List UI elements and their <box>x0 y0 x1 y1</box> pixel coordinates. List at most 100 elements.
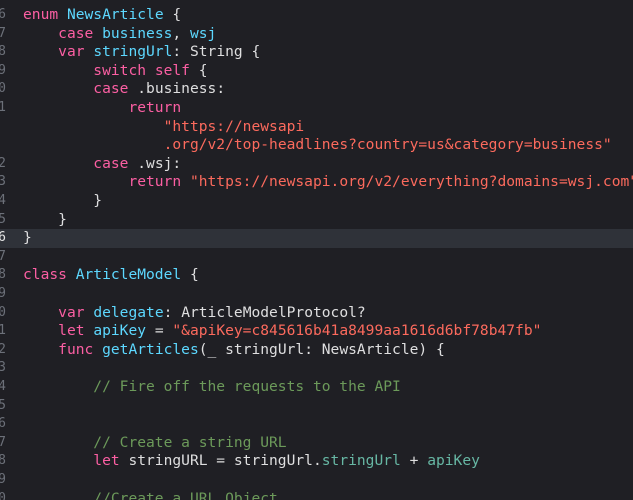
code-token: delegate <box>93 303 164 321</box>
line-number: 5 <box>0 211 6 227</box>
line-number: 6 <box>0 7 6 22</box>
code-line[interactable]: 3 return "https://newsapi.org/v2/everyth… <box>0 173 633 192</box>
code-line[interactable]: 0 var delegate: ArticleModelProtocol? <box>0 304 633 323</box>
line-number: 3 <box>0 360 6 376</box>
code-text: // Create a string URL <box>23 433 287 453</box>
line-number: 9 <box>0 62 6 78</box>
code-token: ArticleModelProtocol? <box>181 303 366 321</box>
line-number: 0 <box>0 490 6 500</box>
line-number: 0 <box>0 304 6 320</box>
code-line[interactable]: 2 case .wsj: <box>0 155 633 174</box>
code-line[interactable]: 8 class ArticleModel { <box>0 266 633 285</box>
code-token: (_ stringUrl: NewsArticle) { <box>198 340 445 358</box>
code-line-current[interactable]: 6} <box>0 229 633 248</box>
code-line[interactable]: 7 // Create a string URL <box>0 434 633 453</box>
code-token: } <box>23 192 103 209</box>
line-number: 4 <box>0 193 6 208</box>
line-number: 4 <box>0 379 6 394</box>
code-text: } <box>23 211 67 230</box>
code-line[interactable]: 6 enum NewsArticle { <box>0 6 633 25</box>
code-line[interactable]: 8 let stringURL = stringUrl.stringUrl + … <box>0 452 633 471</box>
code-line[interactable]: 6 <box>0 415 633 434</box>
code-token: apiKey <box>427 452 480 470</box>
code-token: return <box>128 99 182 116</box>
code-token: : <box>216 80 226 98</box>
code-token: return <box>128 173 182 191</box>
code-token: = <box>146 322 173 340</box>
code-line[interactable]: 9 <box>0 471 633 490</box>
code-line[interactable]: 4 } <box>0 192 633 211</box>
code-token: getArticles <box>102 340 199 358</box>
code-token: let <box>58 322 85 340</box>
code-line[interactable]: 3 <box>0 359 633 378</box>
code-token: self <box>154 61 190 79</box>
code-token: apiKey <box>93 322 147 340</box>
code-token: enum <box>23 6 59 23</box>
code-line[interactable]: 7 case business, wsj <box>0 25 633 44</box>
code-token: let <box>93 452 120 470</box>
code-line[interactable]: 2 func getArticles(_ stringUrl: NewsArti… <box>0 341 633 360</box>
code-text: return "https://newsapi.org/v2/everythin… <box>23 173 633 192</box>
code-text: class ArticleModel { <box>23 266 199 285</box>
code-editor[interactable]: 6 enum NewsArticle {7 case business, wsj 8… <box>0 0 633 500</box>
code-line[interactable]: 7 <box>0 248 633 267</box>
code-line[interactable]: 1 return <box>0 99 633 118</box>
code-text: } <box>23 192 102 211</box>
code-token: //Create a URL Object <box>93 489 278 500</box>
code-line[interactable]: .org/v2/top-headlines?country=us&categor… <box>0 136 633 155</box>
line-number: 1 <box>0 100 6 115</box>
code-token: wsj <box>146 154 173 172</box>
line-number: 8 <box>0 453 6 469</box>
code-line[interactable]: 1 let apiKey = "&apiKey=c845616b41a8499a… <box>0 322 633 341</box>
line-number: 2 <box>0 341 6 357</box>
line-number: 8 <box>0 44 6 60</box>
code-text: case business, wsj <box>23 25 216 44</box>
line-number: 2 <box>0 155 6 171</box>
code-line[interactable]: 9 switch self { <box>0 62 633 81</box>
code-token: . <box>128 154 147 172</box>
code-token: "https://newsapi.org/v2/everything?domai… <box>189 173 633 191</box>
code-token: : <box>172 43 190 61</box>
code-text: var delegate: ArticleModelProtocol? <box>23 304 366 323</box>
code-text: var stringUrl: String { <box>23 43 260 62</box>
code-line[interactable]: 4 // Fire off the requests to the API <box>0 378 633 397</box>
code-line[interactable]: 5 <box>0 397 633 416</box>
code-token: { <box>181 266 199 284</box>
code-token: // Create a string URL <box>93 433 287 451</box>
code-text: case .business: <box>23 80 225 99</box>
code-line[interactable]: 0 case .business: <box>0 80 633 99</box>
line-number: 8 <box>0 267 6 283</box>
code-token: stringUrl <box>321 452 401 470</box>
code-token: ArticleModel <box>75 266 182 284</box>
code-line[interactable]: 0 //Create a URL Object <box>0 490 633 500</box>
code-line[interactable]: 5 } <box>0 211 633 230</box>
code-token: "&apiKey=c845616b41a8499aa1616d6bf78b47f… <box>172 322 542 340</box>
code-line[interactable]: 8 var stringUrl: String { <box>0 43 633 62</box>
code-token: } <box>23 210 67 228</box>
code-token: stringUrl <box>93 43 173 61</box>
line-number: 1 <box>0 323 6 339</box>
code-text: "https://newsapi <box>23 118 305 137</box>
code-token: : <box>172 154 182 172</box>
code-line[interactable]: "https://newsapi <box>0 118 633 137</box>
code-token: case <box>93 80 129 98</box>
code-token: business <box>102 24 173 42</box>
code-line[interactable]: 9 <box>0 285 633 304</box>
